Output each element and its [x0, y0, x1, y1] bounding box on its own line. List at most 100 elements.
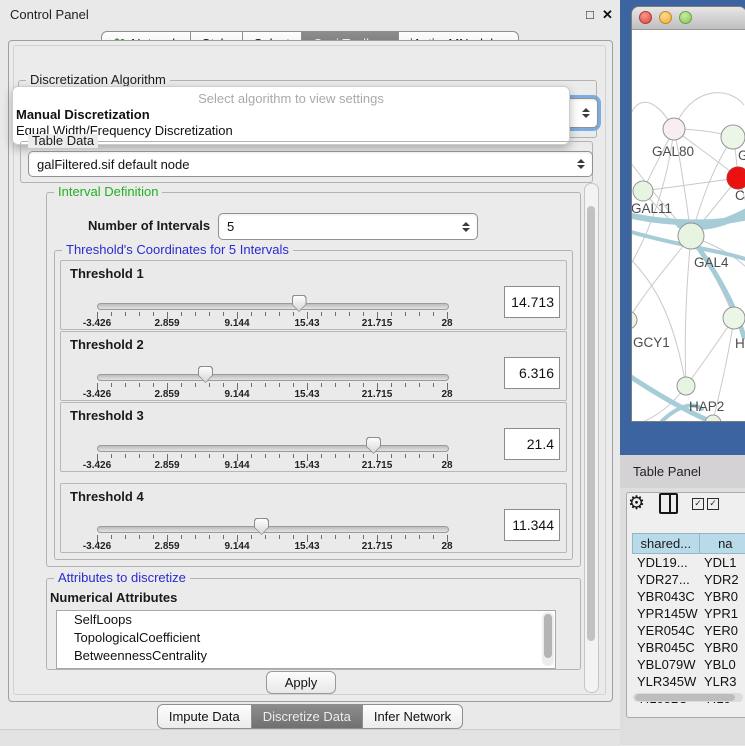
node-label-gal80: GAL80 — [652, 144, 694, 159]
column-header-shared[interactable]: shared... — [632, 533, 700, 554]
network-node-gal4[interactable] — [678, 223, 704, 249]
table-row[interactable]: YLR345WYLR3 — [632, 673, 745, 690]
threshold-value-field[interactable] — [504, 509, 560, 541]
network-node-c[interactable] — [727, 167, 745, 189]
network-edge[interactable] — [685, 236, 691, 386]
table-row[interactable]: YER054CYER0 — [632, 622, 745, 639]
table-data-combobox[interactable]: galFiltered.sif default node — [28, 151, 593, 177]
table-row[interactable]: YBR045CYBR0 — [632, 639, 745, 656]
float-window-icon[interactable]: □ — [586, 7, 594, 22]
gear-icon[interactable]: ⚙ — [628, 494, 645, 514]
threshold-box-3: Threshold 3-3.4262.8599.14415.4321.71528 — [60, 402, 567, 472]
threshold-value-field[interactable] — [504, 286, 560, 318]
panel-scrollbar[interactable] — [584, 183, 599, 693]
network-canvas[interactable]: GAL80GCGAL11GAL4GCY1HHAP2 — [632, 29, 745, 421]
table-row[interactable]: YBR043CYBR0 — [632, 588, 745, 605]
cell-name[interactable]: YBR0 — [699, 639, 745, 656]
attribute-item-betweennesscentrality[interactable]: BetweennessCentrality — [57, 647, 555, 665]
node-label-gal4: GAL4 — [694, 255, 729, 270]
num-intervals-label: Number of Intervals — [88, 218, 210, 233]
attribute-item-selfloops[interactable]: SelfLoops — [57, 611, 555, 629]
threshold-label: Threshold 1 — [70, 266, 144, 281]
attributes-list[interactable]: SelfLoopsTopologicalCoefficientBetweenne… — [56, 610, 556, 669]
close-panel-icon[interactable]: ✕ — [602, 7, 613, 23]
table-panel-titlebar[interactable]: Table Panel — [620, 455, 745, 488]
threshold-value-field[interactable] — [504, 357, 560, 389]
cell-shared-name[interactable]: YDR27... — [632, 571, 699, 588]
node-table[interactable]: shared... na YDL19...YDL1YDR27...YDR2YBR… — [632, 533, 745, 707]
attribute-item-topologicalcoefficient[interactable]: TopologicalCoefficient — [57, 629, 555, 647]
numerical-attributes-label: Numerical Attributes — [50, 590, 177, 605]
tab-infer-network[interactable]: Infer Network — [363, 704, 463, 729]
zoom-traffic-light[interactable] — [679, 11, 692, 24]
cell-shared-name[interactable]: YLR345W — [632, 673, 699, 690]
network-node-partial[interactable] — [705, 415, 721, 421]
interval-definition-title: Interval Definition — [54, 185, 162, 199]
slider-track[interactable] — [97, 526, 449, 533]
cell-name[interactable]: YBR0 — [699, 588, 745, 605]
cell-name[interactable]: YPR1 — [699, 605, 745, 622]
node-label-hap2: HAP2 — [689, 399, 724, 414]
split-columns-icon[interactable] — [659, 493, 678, 514]
checkbox-icon[interactable]: ✓ — [692, 498, 704, 510]
cell-shared-name[interactable]: YPR145W — [632, 605, 699, 622]
cell-shared-name[interactable]: YBL079W — [632, 656, 699, 673]
threshold-label: Threshold 3 — [70, 408, 144, 423]
apply-button[interactable]: Apply — [266, 671, 336, 694]
network-node-gal11[interactable] — [633, 181, 653, 201]
slider-track[interactable] — [97, 445, 449, 452]
network-edge[interactable] — [686, 318, 734, 386]
threshold-value-field[interactable] — [504, 428, 560, 460]
network-edge[interactable] — [632, 236, 691, 320]
table-row[interactable]: YBL079WYBL0 — [632, 656, 745, 673]
algorithm-group-title: Discretization Algorithm — [26, 73, 170, 87]
table-row[interactable]: YDR27...YDR2 — [632, 571, 745, 588]
slider-track[interactable] — [97, 303, 449, 310]
network-node-hap2[interactable] — [677, 377, 695, 395]
cell-name[interactable]: YBL0 — [699, 656, 745, 673]
network-window[interactable]: GAL80GCGAL11GAL4GCY1HHAP2 — [631, 6, 745, 422]
num-intervals-value: 5 — [227, 219, 234, 234]
cell-name[interactable]: YER0 — [699, 622, 745, 639]
table-row[interactable]: YDL19...YDL1 — [632, 554, 745, 571]
cell-shared-name[interactable]: YBR043C — [632, 588, 699, 605]
cell-name[interactable]: YLR3 — [699, 673, 745, 690]
table-panel-title: Table Panel — [633, 464, 701, 479]
table-row[interactable]: YPR145WYPR1 — [632, 605, 745, 622]
combobox-stepper-icon — [582, 108, 590, 118]
network-node-gcy1[interactable] — [632, 311, 637, 329]
node-label-g: G — [738, 148, 745, 163]
checkbox-icon[interactable]: ✓ — [707, 498, 719, 510]
slider-track[interactable] — [97, 374, 449, 381]
table-hscrollbar-thumb[interactable] — [635, 694, 735, 701]
network-window-titlebar[interactable] — [632, 7, 745, 30]
network-node-h[interactable] — [723, 307, 745, 329]
panel-scrollbar-thumb[interactable] — [587, 206, 595, 641]
tab-impute-data[interactable]: Impute Data — [157, 704, 252, 729]
combobox-stepper-icon — [577, 159, 585, 169]
tab-discretize-data[interactable]: Discretize Data — [252, 704, 363, 729]
network-edge[interactable] — [674, 93, 744, 129]
minimize-traffic-light[interactable] — [659, 11, 672, 24]
algorithm-option-manual-discretization[interactable]: Manual Discretization — [13, 107, 569, 123]
cell-name[interactable]: YDR2 — [699, 571, 745, 588]
column-header-name[interactable]: na — [700, 533, 745, 554]
network-node-g[interactable] — [721, 125, 745, 149]
network-node-gal80[interactable] — [663, 118, 685, 140]
combobox-stepper-icon — [462, 222, 470, 232]
node-label-c: C — [735, 188, 745, 203]
num-intervals-combobox[interactable]: 5 — [218, 213, 478, 240]
close-traffic-light[interactable] — [639, 11, 652, 24]
attributes-group-title: Attributes to discretize — [54, 571, 190, 585]
threshold-label: Threshold 4 — [70, 489, 144, 504]
attributes-scrollbar-thumb[interactable] — [544, 614, 552, 658]
cell-name[interactable]: YDL1 — [699, 554, 745, 571]
cell-shared-name[interactable]: YER054C — [632, 622, 699, 639]
attributes-scrollbar[interactable] — [542, 612, 554, 666]
table-hscrollbar[interactable] — [633, 693, 743, 702]
cell-shared-name[interactable]: YBR045C — [632, 639, 699, 656]
node-label-gal11: GAL11 — [632, 201, 672, 216]
cell-shared-name[interactable]: YDL19... — [632, 554, 699, 571]
network-edge[interactable] — [643, 178, 738, 191]
threshold-box-4: Threshold 4-3.4262.8599.14415.4321.71528 — [60, 483, 567, 553]
